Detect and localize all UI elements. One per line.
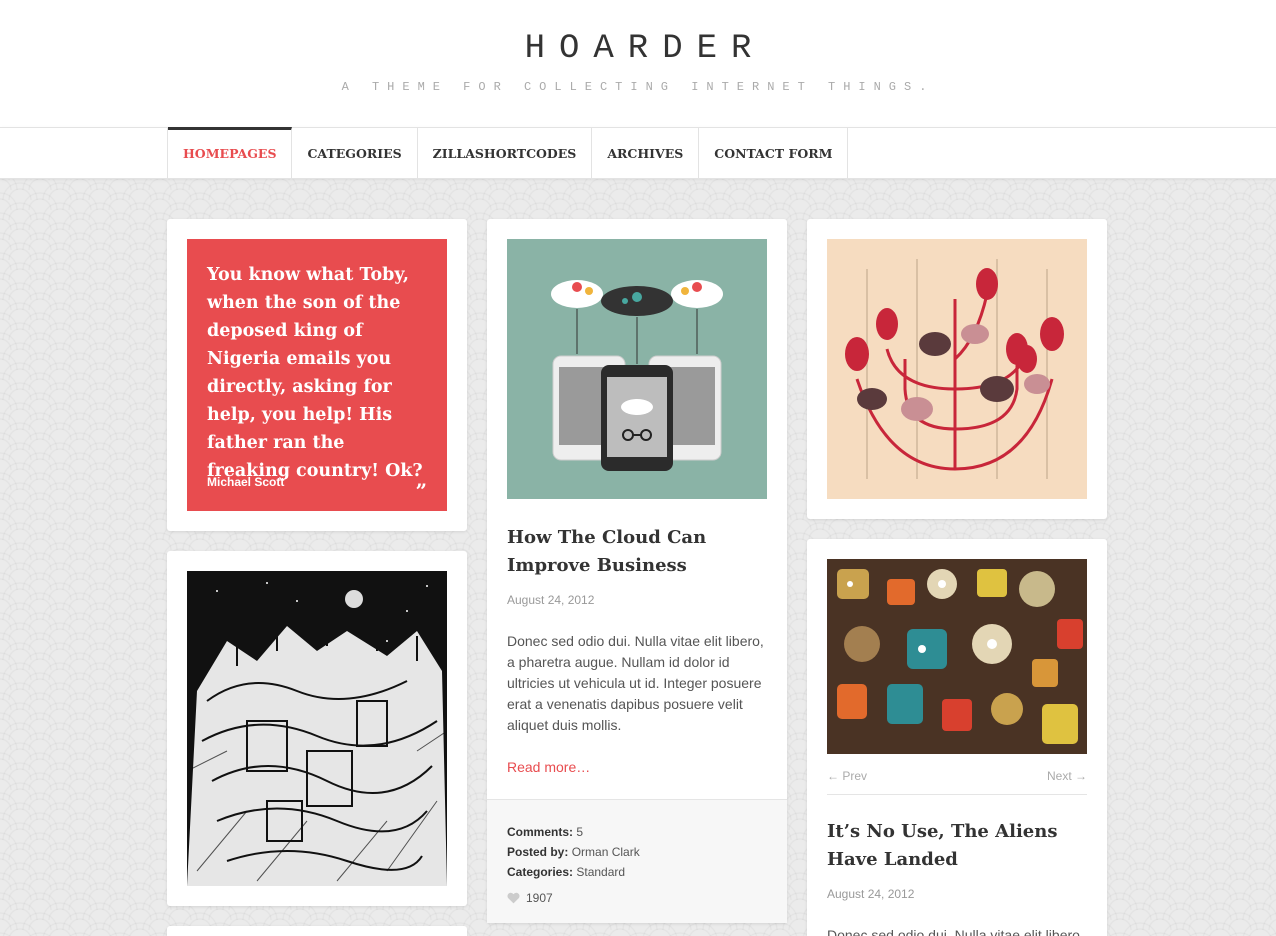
birds-tree-image[interactable] xyxy=(827,239,1087,499)
likes[interactable]: 1907 xyxy=(507,888,767,908)
heart-icon xyxy=(507,892,520,904)
site-header: HOARDER A THEME FOR COLLECTING INTERNET … xyxy=(0,0,1276,127)
standard-post-card: How The Cloud Can Improve Business Augus… xyxy=(487,219,787,923)
post-meta: Comments: 5 Posted by: Orman Clark Categ… xyxy=(487,799,787,923)
read-more-link[interactable]: Read more… xyxy=(507,759,590,775)
post-title[interactable]: How The Cloud Can Improve Business xyxy=(507,524,767,580)
nav-item-archives[interactable]: ARCHIVES xyxy=(592,127,700,180)
gallery-pager: ← Prev Next → xyxy=(827,769,1087,795)
gallery-post-card: ← Prev Next → It’s No Use, The Aliens Ha… xyxy=(807,539,1107,936)
quote-author: Michael Scott xyxy=(207,475,285,489)
quote-text: You know what Toby, when the son of the … xyxy=(207,265,423,481)
robots-pattern-image[interactable] xyxy=(827,559,1087,754)
city-illustration-image[interactable] xyxy=(187,571,447,886)
cloud-devices-image[interactable] xyxy=(507,239,767,499)
nav-item-contact-form[interactable]: CONTACT FORM xyxy=(699,127,849,180)
comments-count[interactable]: 5 xyxy=(576,825,583,839)
post-date-aliens: August 24, 2012 xyxy=(827,887,915,901)
posted-by-label: Posted by: xyxy=(507,845,569,859)
post-excerpt: Donec sed odio dui. Nulla vitae elit lib… xyxy=(507,633,764,733)
post-date: August 24, 2012 xyxy=(507,593,595,607)
comments-label: Comments: xyxy=(507,825,574,839)
image-post-card xyxy=(167,551,467,906)
image-post-card-birds xyxy=(807,219,1107,519)
next-link[interactable]: Next → xyxy=(1047,769,1087,783)
prev-link[interactable]: ← Prev xyxy=(827,769,867,783)
category-link[interactable]: Standard xyxy=(576,865,625,879)
nav-item-categories[interactable]: CATEGORIES xyxy=(292,127,418,180)
nav-item-homepages[interactable]: HOMEPAGES xyxy=(168,127,293,180)
site-title[interactable]: HOARDER xyxy=(0,30,1276,68)
likes-count: 1907 xyxy=(526,891,553,905)
post-author-link[interactable]: Orman Clark xyxy=(572,845,640,859)
post-excerpt-aliens: Donec sed odio dui. Nulla vitae elit lib… xyxy=(827,927,1080,936)
quote-mark-icon: ” xyxy=(415,479,427,503)
post-card-partial xyxy=(167,926,467,936)
main-navigation: HOMEPAGES CATEGORIES ZILLASHORTCODES ARC… xyxy=(0,127,1276,180)
site-tagline: A THEME FOR COLLECTING INTERNET THINGS. xyxy=(341,80,935,94)
categories-label: Categories: xyxy=(507,865,574,879)
quote-box[interactable]: You know what Toby, when the son of the … xyxy=(187,239,447,511)
quote-post-card: You know what Toby, when the son of the … xyxy=(167,219,467,531)
post-title-aliens[interactable]: It’s No Use, The Aliens Have Landed xyxy=(827,818,1087,874)
nav-item-zillashortcodes[interactable]: ZILLASHORTCODES xyxy=(418,127,593,180)
